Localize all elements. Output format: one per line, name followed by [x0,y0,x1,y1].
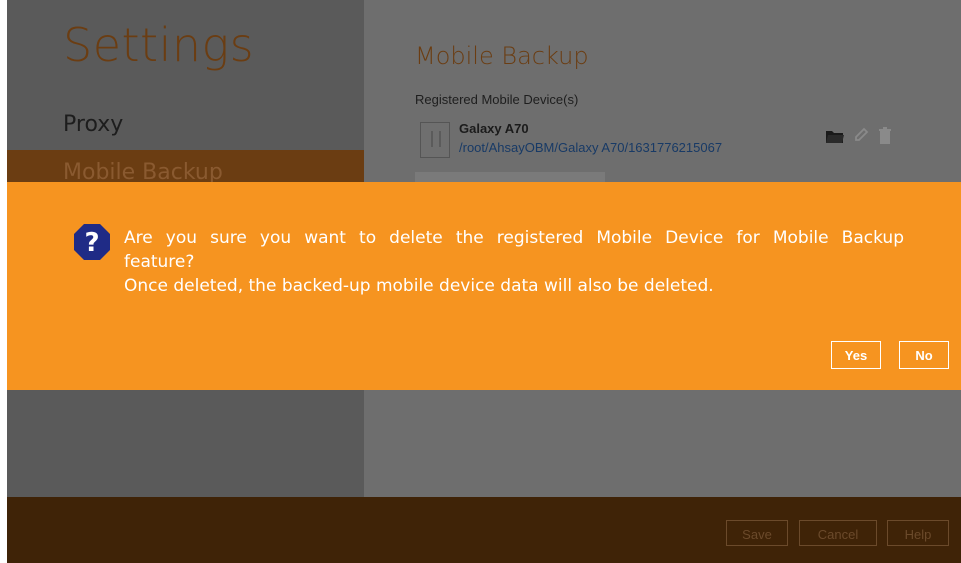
dialog-message: Are you sure you want to delete the regi… [124,226,904,298]
section-title: Mobile Backup [415,42,589,70]
no-button[interactable]: No [899,341,949,369]
page-title: Settings [63,18,255,72]
help-button[interactable]: Help [887,520,949,546]
pencil-icon[interactable] [851,127,871,147]
dialog-message-line2: feature? [124,252,195,272]
confirm-delete-dialog: ? Are you sure you want to delete the re… [7,182,961,390]
cancel-button[interactable]: Cancel [799,520,877,546]
device-path-link[interactable]: /root/AhsayOBM/Galaxy A70/1631776215067 [459,140,722,155]
save-button[interactable]: Save [726,520,788,546]
mobile-device-icon [420,122,450,158]
app-window: Settings Proxy Mobile Backup Mobile Back… [7,0,961,563]
registered-devices-label: Registered Mobile Device(s) [415,92,579,107]
svg-text:?: ? [84,228,99,258]
trash-icon[interactable] [875,127,895,147]
dialog-message-line3: Once deleted, the backed-up mobile devic… [124,276,714,296]
folder-open-icon[interactable] [825,127,845,147]
yes-button[interactable]: Yes [831,341,881,369]
device-name: Galaxy A70 [459,121,529,136]
sidebar-item-proxy[interactable]: Proxy [63,112,123,137]
dialog-message-line1: Are you sure you want to delete the regi… [124,228,904,248]
question-icon: ? [73,223,111,261]
